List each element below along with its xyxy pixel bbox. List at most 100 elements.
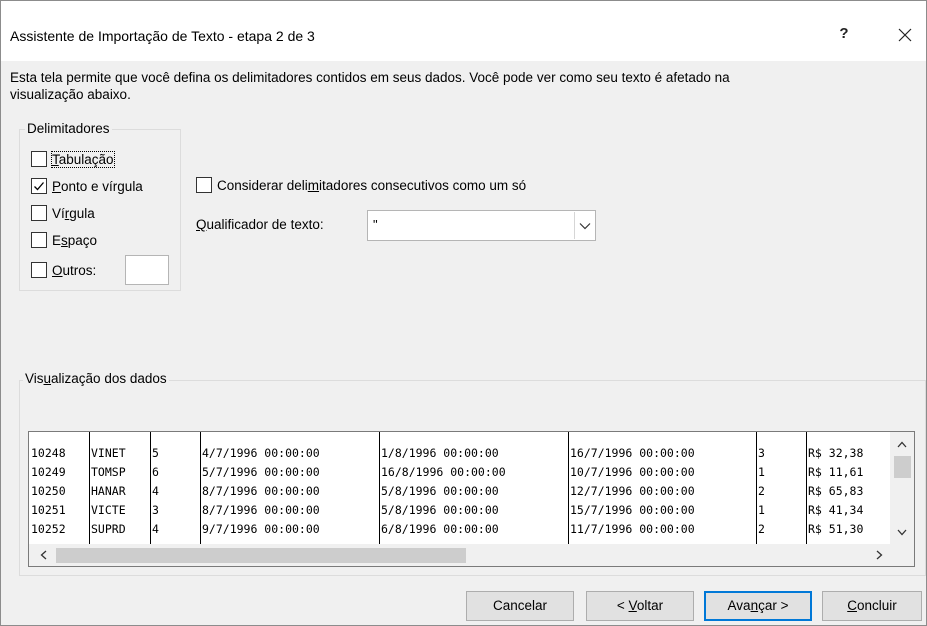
preview-cell: 16/7/1996 00:00:00 bbox=[570, 446, 695, 460]
checkbox-box bbox=[31, 178, 47, 194]
preview-cell: 6/8/1996 00:00:00 bbox=[381, 522, 499, 536]
cancel-button[interactable]: Cancelar bbox=[466, 591, 574, 621]
chevron-down-icon bbox=[579, 222, 590, 229]
preview-table: 10248 VINET 5 4/7/1996 00:00:00 1/8/1996 00:… bbox=[29, 432, 891, 544]
scroll-down-button[interactable] bbox=[890, 524, 914, 540]
instructions-text: Esta tela permite que você defina os del… bbox=[10, 69, 910, 103]
finish-button[interactable]: Concluir bbox=[822, 591, 922, 621]
delimiter-other-label: Outros: bbox=[52, 262, 97, 278]
delimiters-group-label: Delimitadores bbox=[25, 121, 112, 136]
preview-cell: 5 bbox=[152, 446, 159, 460]
preview-cell: 9/7/1996 00:00:00 bbox=[202, 522, 320, 536]
delimiter-tab-checkbox[interactable]: Tabulação bbox=[31, 149, 115, 169]
preview-cell: 8/7/1996 00:00:00 bbox=[202, 484, 320, 498]
preview-cell: VICTE bbox=[91, 503, 126, 517]
preview-cell: 2 bbox=[758, 522, 765, 536]
delimiter-comma-label: Vírgula bbox=[52, 205, 95, 221]
chevron-left-icon bbox=[40, 550, 46, 560]
delimiter-semicolon-checkbox[interactable]: Ponto e vírgula bbox=[31, 176, 143, 196]
text-qualifier-select[interactable]: " bbox=[367, 210, 596, 241]
preview-cell: 5/7/1996 00:00:00 bbox=[202, 465, 320, 479]
checkbox-box bbox=[31, 232, 47, 248]
text-qualifier-label: Qualificador de texto: bbox=[196, 217, 324, 232]
preview-cell: R$ 41,34 bbox=[808, 503, 864, 517]
preview-cell: 8/7/1996 00:00:00 bbox=[202, 503, 320, 517]
vertical-scroll-thumb[interactable] bbox=[894, 456, 911, 478]
checkbox-box bbox=[196, 177, 212, 193]
preview-cell: 10249 bbox=[31, 465, 66, 479]
delimiter-semicolon-label: Ponto e vírgula bbox=[52, 178, 143, 194]
preview-cell: R$ 32,38 bbox=[808, 446, 864, 460]
preview-cell: 11/7/1996 00:00:00 bbox=[570, 522, 695, 536]
dropdown-arrow[interactable] bbox=[574, 212, 594, 239]
scroll-left-button[interactable] bbox=[35, 547, 51, 563]
preview-cell: 10/7/1996 00:00:00 bbox=[570, 465, 695, 479]
preview-cell: 3 bbox=[758, 446, 765, 460]
preview-vertical-scrollbar[interactable] bbox=[890, 432, 914, 544]
chevron-down-icon bbox=[897, 529, 907, 535]
delimiter-space-checkbox[interactable]: Espaço bbox=[31, 230, 97, 250]
title-bar: Assistente de Importação de Texto - etap… bbox=[1, 1, 926, 61]
preview-cell: 15/7/1996 00:00:00 bbox=[570, 503, 695, 517]
preview-cell: R$ 65,83 bbox=[808, 484, 864, 498]
preview-cell: 10250 bbox=[31, 484, 66, 498]
preview-row: 10250 HANAR 4 8/7/1996 00:00:00 5/8/1996 00:… bbox=[29, 482, 891, 501]
preview-cell: 16/8/1996 00:00:00 bbox=[381, 465, 506, 479]
close-button[interactable] bbox=[887, 19, 923, 49]
text-qualifier-value: " bbox=[373, 217, 378, 232]
import-wizard-dialog: Assistente de Importação de Texto - etap… bbox=[0, 0, 927, 626]
delimiter-space-label: Espaço bbox=[52, 232, 98, 248]
help-button[interactable]: ? bbox=[829, 19, 859, 49]
checkbox-box bbox=[31, 151, 47, 167]
preview-cell: 1 bbox=[758, 503, 765, 517]
close-icon bbox=[898, 28, 912, 41]
preview-cell: 1/8/1996 00:00:00 bbox=[381, 446, 499, 460]
preview-cell: 4 bbox=[152, 522, 159, 536]
delimiter-comma-checkbox[interactable]: Vírgula bbox=[31, 203, 95, 223]
preview-cell: 4/7/1996 00:00:00 bbox=[202, 446, 320, 460]
instructions-line-1: Esta tela permite que você defina os del… bbox=[10, 70, 730, 85]
back-button[interactable]: < Voltar bbox=[586, 591, 694, 621]
preview-cell: R$ 11,61 bbox=[808, 465, 864, 479]
preview-row: 10249 TOMSP 6 5/7/1996 00:00:00 16/8/1996 00… bbox=[29, 463, 891, 482]
preview-cell: HANAR bbox=[91, 484, 126, 498]
consecutive-delimiters-checkbox[interactable]: Considerar delimitadores consecutivos co… bbox=[196, 175, 526, 195]
data-preview-box[interactable]: 10248 VINET 5 4/7/1996 00:00:00 1/8/1996 00:… bbox=[28, 431, 915, 567]
preview-row: 10252 SUPRD 4 9/7/1996 00:00:00 6/8/1996 00:… bbox=[29, 520, 891, 539]
preview-row: 10248 VINET 5 4/7/1996 00:00:00 1/8/1996 00:… bbox=[29, 444, 891, 463]
delimiter-tab-label: Tabulação bbox=[51, 150, 115, 168]
preview-cell: 3 bbox=[152, 503, 159, 517]
checkbox-box bbox=[31, 262, 47, 278]
preview-cell: TOMSP bbox=[91, 465, 126, 479]
preview-cell: SUPRD bbox=[91, 522, 126, 536]
window-title: Assistente de Importação de Texto - etap… bbox=[10, 28, 315, 44]
data-preview-group-label: Visualização dos dados bbox=[23, 371, 169, 386]
preview-row: 10251 VICTE 3 8/7/1996 00:00:00 5/8/1996 00:… bbox=[29, 501, 891, 520]
preview-cell: 4 bbox=[152, 484, 159, 498]
horizontal-scroll-thumb[interactable] bbox=[56, 548, 466, 563]
consecutive-delimiters-label: Considerar delimitadores consecutivos co… bbox=[217, 177, 527, 193]
preview-horizontal-scrollbar[interactable] bbox=[29, 544, 891, 566]
preview-cell: 2 bbox=[758, 484, 765, 498]
instructions-line-2: visualização abaixo. bbox=[10, 87, 131, 102]
preview-cell: 12/7/1996 00:00:00 bbox=[570, 484, 695, 498]
checkbox-box bbox=[31, 205, 47, 221]
checkmark-icon bbox=[34, 182, 44, 191]
preview-cell: 5/8/1996 00:00:00 bbox=[381, 503, 499, 517]
preview-cell: R$ 51,30 bbox=[808, 522, 864, 536]
preview-cell: 10251 bbox=[31, 503, 66, 517]
delimiter-other-checkbox[interactable]: Outros: bbox=[31, 260, 96, 280]
preview-cell: VINET bbox=[91, 446, 126, 460]
next-button[interactable]: Avançar > bbox=[704, 591, 812, 621]
chevron-up-icon bbox=[897, 441, 907, 447]
preview-cell: 10252 bbox=[31, 522, 66, 536]
other-delimiter-input[interactable] bbox=[125, 255, 169, 285]
preview-cell: 10248 bbox=[31, 446, 66, 460]
preview-cell: 5/8/1996 00:00:00 bbox=[381, 484, 499, 498]
chevron-right-icon bbox=[876, 550, 882, 560]
preview-cell: 6 bbox=[152, 465, 159, 479]
scrollbar-corner bbox=[890, 544, 914, 566]
scroll-right-button[interactable] bbox=[871, 547, 887, 563]
preview-cell: 1 bbox=[758, 465, 765, 479]
scroll-up-button[interactable] bbox=[890, 436, 914, 452]
